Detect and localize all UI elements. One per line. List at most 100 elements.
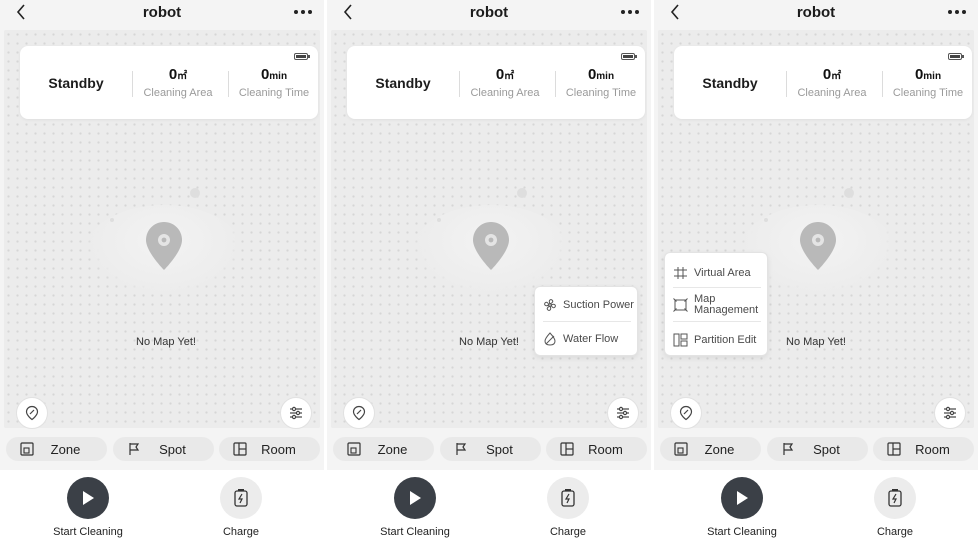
cleaning-area-value: 0: [168, 66, 178, 83]
water-flow-option[interactable]: Water Flow: [543, 332, 618, 346]
zone-mode-button[interactable]: Zone: [6, 437, 107, 461]
charge-label: Charge: [549, 526, 587, 538]
start-cleaning-button[interactable]: [67, 477, 109, 519]
action-bar: Start Cleaning Charge: [327, 470, 651, 543]
start-cleaning-label: Start Cleaning: [53, 526, 123, 538]
room-mode-button[interactable]: Room: [219, 437, 320, 461]
cleaning-area-stat: 0㎡ Cleaning Area: [461, 66, 549, 99]
decor-dot: [190, 188, 200, 198]
back-button[interactable]: [666, 2, 684, 22]
battery-charge-icon: [888, 489, 902, 507]
mode-selector: Zone Spot Room: [654, 437, 978, 461]
cleaning-time-stat: 0min Cleaning Time: [884, 66, 972, 99]
sliders-icon: [290, 406, 302, 420]
no-map-message: No Map Yet!: [786, 336, 846, 348]
battery-icon: [294, 53, 310, 60]
cleaning-time-unit: min: [596, 71, 615, 82]
charge-button[interactable]: [220, 477, 262, 519]
decor-dot: [764, 218, 768, 222]
room-mode-label: Room: [915, 441, 950, 457]
room-mode-button[interactable]: Room: [873, 437, 974, 461]
settings-button[interactable]: [280, 397, 312, 429]
cleaning-area-value: 0: [822, 66, 832, 83]
no-map-message: No Map Yet!: [459, 336, 519, 348]
start-cleaning-button[interactable]: [394, 477, 436, 519]
spot-mode-button[interactable]: Spot: [113, 437, 214, 461]
divider: [459, 71, 460, 97]
spot-mode-button[interactable]: Spot: [440, 437, 541, 461]
map-area[interactable]: Standby 0㎡ Cleaning Area 0min Cleaning T…: [658, 30, 974, 429]
play-icon: [410, 491, 421, 505]
settings-button[interactable]: [607, 397, 639, 429]
map-edit-button[interactable]: [16, 397, 48, 429]
cleaning-area-label: Cleaning Area: [470, 87, 540, 99]
location-pin-icon: [473, 222, 509, 270]
cleaning-time-unit: min: [269, 71, 288, 82]
cleaning-time-stat: 0min Cleaning Time: [557, 66, 645, 99]
mode-selector: Zone Spot Room: [327, 437, 651, 461]
cleaning-area-unit: ㎡: [177, 71, 188, 82]
suction-power-option[interactable]: Suction Power: [543, 298, 634, 312]
partition-edit-option[interactable]: Partition Edit: [673, 333, 756, 347]
virtual-area-option[interactable]: Virtual Area: [673, 266, 751, 280]
chevron-left-icon: [670, 4, 679, 20]
battery-icon: [948, 53, 964, 60]
start-cleaning-label: Start Cleaning: [380, 526, 450, 538]
cleaning-area-stat: 0㎡ Cleaning Area: [788, 66, 876, 99]
suction-power-label: Suction Power: [563, 298, 634, 311]
page-title: robot: [142, 3, 182, 21]
spot-mode-button[interactable]: Spot: [767, 437, 868, 461]
battery-icon: [621, 53, 637, 60]
map-management-label: Map Management: [694, 294, 758, 316]
room-mode-button[interactable]: Room: [546, 437, 647, 461]
mode-selector: Zone Spot Room: [0, 437, 324, 461]
map-area[interactable]: Standby 0㎡ Cleaning Area 0min Cleaning T…: [4, 30, 320, 429]
robot-status: Standby: [702, 74, 758, 91]
zone-mode-label: Zone: [50, 441, 81, 457]
map-area[interactable]: Standby 0㎡ Cleaning Area 0min Cleaning T…: [331, 30, 647, 429]
settings-button[interactable]: [934, 397, 966, 429]
map-edit-button[interactable]: [343, 397, 375, 429]
charge-button[interactable]: [547, 477, 589, 519]
top-bar: robot: [0, 0, 324, 24]
play-icon: [83, 491, 94, 505]
status-card: Standby 0㎡ Cleaning Area 0min Cleaning T…: [347, 46, 645, 119]
water-flow-label: Water Flow: [563, 332, 619, 345]
sliders-icon: [617, 406, 629, 420]
map-pin-edit-icon: [679, 405, 693, 421]
top-bar: robot: [654, 0, 978, 24]
spot-mode-label: Spot: [813, 441, 840, 457]
map-management-option[interactable]: Map Management: [673, 294, 758, 316]
location-pin-icon: [800, 222, 836, 270]
more-options-button[interactable]: [948, 0, 966, 24]
zone-mode-button[interactable]: Zone: [333, 437, 434, 461]
sliders-icon: [944, 406, 956, 420]
status-card: Standby 0㎡ Cleaning Area 0min Cleaning T…: [20, 46, 318, 119]
cleaning-area-value: 0: [495, 66, 505, 83]
map-crop-icon: [673, 298, 688, 312]
cleaning-area-stat: 0㎡ Cleaning Area: [134, 66, 222, 99]
map-tools-popup: Virtual Area Map Management Partition Ed…: [664, 252, 768, 356]
back-button[interactable]: [339, 2, 357, 22]
back-button[interactable]: [12, 2, 30, 22]
room-mode-label: Room: [261, 441, 296, 457]
action-bar: Start Cleaning Charge: [0, 470, 324, 543]
start-cleaning-button[interactable]: [721, 477, 763, 519]
divider: [786, 71, 787, 97]
zone-mode-button[interactable]: Zone: [660, 437, 761, 461]
cleaning-time-unit: min: [923, 71, 942, 82]
cleaning-time-label: Cleaning Time: [892, 87, 964, 99]
location-pin-icon: [146, 222, 182, 270]
battery-charge-icon: [561, 489, 575, 507]
cleaning-area-label: Cleaning Area: [143, 87, 213, 99]
map-edit-button[interactable]: [670, 397, 702, 429]
more-options-button[interactable]: [621, 0, 639, 24]
spot-mode-label: Spot: [159, 441, 186, 457]
water-drop-icon: [544, 332, 556, 346]
spot-mode-label: Spot: [486, 441, 513, 457]
decor-dot: [517, 188, 527, 198]
virtual-area-label: Virtual Area: [694, 266, 751, 279]
more-options-button[interactable]: [294, 0, 312, 24]
charge-button[interactable]: [874, 477, 916, 519]
partition-icon: [673, 333, 688, 347]
